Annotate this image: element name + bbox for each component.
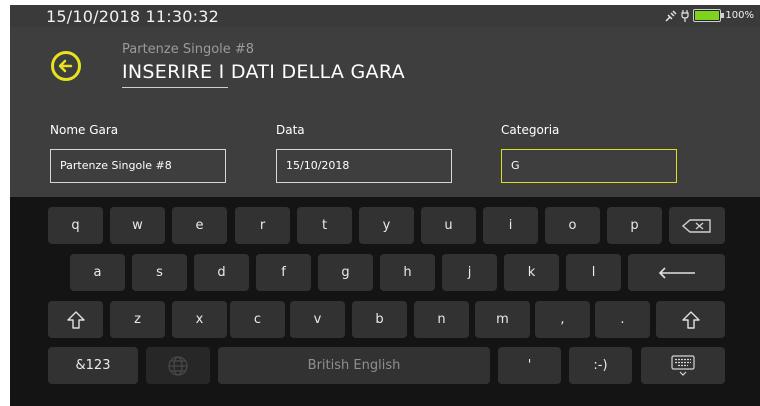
keyboard-hide-icon (671, 354, 695, 376)
globe-key[interactable] (146, 347, 210, 384)
app-panel: 15/10/2018 11:30:32 100% Partenze Singol… (10, 5, 760, 197)
key-d[interactable]: d (194, 254, 249, 291)
page-title: INSERIRE I DATI DELLA GARA (122, 61, 405, 83)
enter-arrow-icon (658, 266, 695, 279)
space-bar[interactable]: British English (218, 347, 490, 384)
key-n[interactable]: n (414, 301, 469, 338)
key-comma[interactable]: , (535, 301, 590, 338)
backspace-key[interactable] (669, 207, 725, 244)
key-s[interactable]: s (132, 254, 187, 291)
arrow-left-circle-icon (58, 59, 73, 73)
key-b[interactable]: b (352, 301, 407, 338)
key-r[interactable]: r (235, 207, 290, 244)
key-q[interactable]: q (48, 207, 103, 244)
shift-left-key[interactable] (48, 301, 103, 338)
date-field[interactable]: 15/10/2018 (276, 149, 452, 183)
battery-icon (693, 9, 725, 22)
key-o[interactable]: o (545, 207, 600, 244)
key-v[interactable]: v (290, 301, 345, 338)
shift-icon (66, 310, 85, 329)
globe-icon (168, 355, 188, 376)
key-apostrophe[interactable]: ' (498, 347, 561, 384)
key-w[interactable]: w (110, 207, 165, 244)
shift-icon (681, 310, 700, 329)
key-period[interactable]: . (595, 301, 650, 338)
hide-keyboard-key[interactable] (641, 347, 725, 384)
key-c[interactable]: c (230, 301, 285, 338)
emoticon-key[interactable]: :-) (569, 347, 632, 384)
key-a[interactable]: a (70, 254, 125, 291)
key-g[interactable]: g (318, 254, 373, 291)
key-p[interactable]: p (607, 207, 662, 244)
status-indicators: 100% (665, 9, 754, 22)
page-subtitle: Partenze Singole #8 (122, 42, 255, 57)
status-bar: 15/10/2018 11:30:32 100% (10, 5, 760, 27)
key-l[interactable]: l (566, 254, 621, 291)
symbols-key[interactable]: &123 (48, 347, 138, 384)
battery-level-fill (695, 11, 720, 20)
key-z[interactable]: z (110, 301, 165, 338)
race-name-field[interactable]: Partenze Singole #8 (50, 149, 226, 183)
key-u[interactable]: u (421, 207, 476, 244)
key-m[interactable]: m (475, 301, 530, 338)
category-field[interactable]: G (501, 149, 677, 183)
shift-right-key[interactable] (656, 301, 725, 338)
key-x[interactable]: x (172, 301, 227, 338)
on-screen-keyboard: q w e r t y u i o p a s d f g h j k l z … (10, 197, 760, 406)
key-f[interactable]: f (256, 254, 311, 291)
key-j[interactable]: j (442, 254, 497, 291)
key-i[interactable]: i (483, 207, 538, 244)
date-label: Data (276, 123, 305, 137)
key-h[interactable]: h (380, 254, 435, 291)
key-e[interactable]: e (172, 207, 227, 244)
key-y[interactable]: y (359, 207, 414, 244)
title-underline (122, 87, 228, 88)
device-screen: 15/10/2018 11:30:32 100% Partenze Singol… (10, 5, 760, 406)
battery-percent: 100% (725, 10, 754, 21)
key-t[interactable]: t (297, 207, 352, 244)
key-k[interactable]: k (504, 254, 559, 291)
satellite-icon (665, 9, 677, 22)
charging-plug-icon (681, 9, 690, 22)
back-button[interactable] (51, 51, 81, 81)
enter-key[interactable] (628, 254, 725, 291)
category-label: Categoria (501, 123, 560, 137)
backspace-icon (682, 218, 711, 233)
race-name-label: Nome Gara (50, 123, 119, 137)
status-datetime: 15/10/2018 11:30:32 (46, 7, 219, 26)
